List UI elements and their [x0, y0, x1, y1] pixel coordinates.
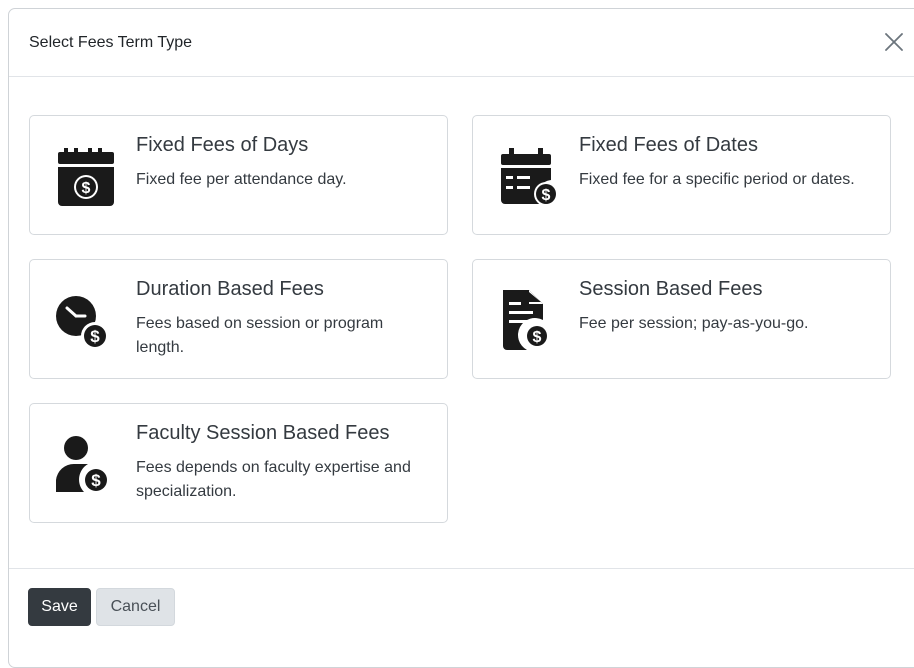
- option-title: Fixed Fees of Days: [136, 134, 309, 156]
- svg-text:$: $: [82, 180, 91, 197]
- close-icon[interactable]: [883, 31, 905, 53]
- option-description: Fixed fee for a specific period or dates…: [579, 171, 855, 188]
- fees-term-type-modal: Select Fees Term Type $ Fixed Fees of Da…: [8, 8, 914, 668]
- modal-header: Select Fees Term Type: [9, 9, 914, 77]
- save-button[interactable]: Save: [28, 588, 91, 626]
- option-duration-based-fees[interactable]: $ Duration Based Fees Fees based on sess…: [29, 259, 448, 379]
- option-description: Fees depends on faculty expertise and sp…: [136, 459, 411, 500]
- option-description: Fee per session; pay-as-you-go.: [579, 315, 809, 332]
- user-dollar-icon: $: [56, 436, 110, 494]
- clock-dollar-icon: $: [56, 296, 109, 350]
- svg-text:$: $: [90, 327, 100, 346]
- option-title: Faculty Session Based Fees: [136, 422, 390, 444]
- option-fixed-fees-of-dates[interactable]: $ Fixed Fees of Dates Fixed fee for a sp…: [472, 115, 891, 235]
- modal-footer: Save Cancel: [9, 568, 914, 649]
- option-description: Fixed fee per attendance day.: [136, 171, 347, 188]
- modal-title: Select Fees Term Type: [29, 34, 193, 51]
- option-title: Duration Based Fees: [136, 278, 324, 300]
- calendar-list-dollar-icon: $: [501, 148, 557, 206]
- document-dollar-icon: $: [503, 290, 549, 350]
- option-fixed-fees-of-days[interactable]: $ Fixed Fees of Days Fixed fee per atten…: [29, 115, 448, 235]
- option-faculty-session-based-fees[interactable]: $ Faculty Session Based Fees Fees depend…: [29, 403, 448, 523]
- cancel-button[interactable]: Cancel: [96, 588, 175, 626]
- svg-text:$: $: [91, 471, 101, 490]
- option-description: Fees based on session or program length.: [136, 315, 384, 356]
- option-title: Fixed Fees of Dates: [579, 134, 758, 156]
- calendar-dollar-icon: $: [58, 148, 114, 206]
- svg-text:$: $: [542, 187, 551, 204]
- option-session-based-fees[interactable]: $ Session Based Fees Fee per session; pa…: [472, 259, 891, 379]
- option-title: Session Based Fees: [579, 278, 763, 300]
- svg-text:$: $: [533, 329, 542, 346]
